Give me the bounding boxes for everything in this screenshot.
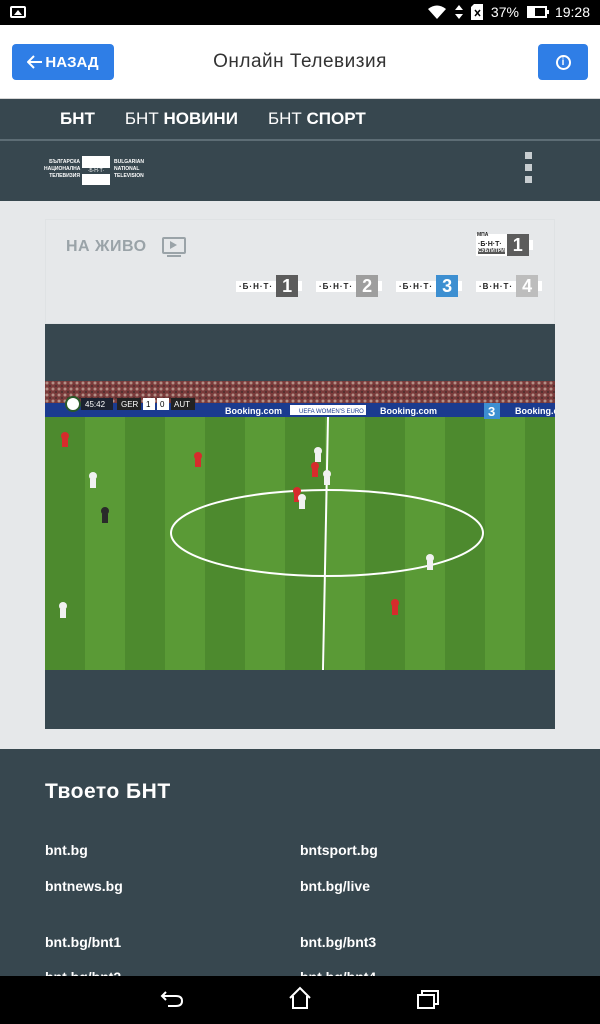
info-icon: i: [555, 54, 571, 70]
channel-bnt2[interactable]: ·Б·Н·Т· 2: [316, 275, 383, 297]
status-bar: 37% 19:28: [0, 0, 600, 25]
logo-bar: [538, 281, 543, 291]
tab-prefix: БНТ: [124, 109, 164, 128]
clock: 19:28: [554, 4, 590, 20]
channel-bnt1-subtitles[interactable]: МПА ·Б·Н·Т· СУБТИТРИ 1: [476, 232, 533, 256]
logo-line: ТЕЛЕВИЗИЯ: [49, 173, 80, 179]
channel-bnt4[interactable]: ·В·Н·Т· 4: [476, 275, 543, 297]
app-bar: НАЗАД Онлайн Телевизия i: [0, 25, 600, 99]
channel-number: 2: [356, 275, 379, 297]
link-bntnews[interactable]: bntnews.bg: [45, 878, 123, 894]
bnt-header: БЪЛГАРСКА НАЦИОНАЛНА ТЕЛЕВИЗИЯ ·Б·Н·Т· B…: [0, 141, 600, 201]
channel-name: ·В·Н·Т·: [476, 280, 517, 292]
link-bnt3[interactable]: bnt.bg/bnt3: [300, 934, 376, 950]
tab-bnt[interactable]: БНТ: [60, 109, 95, 129]
bnt-logo[interactable]: ·Б·Н·Т·: [82, 156, 110, 185]
live-label: НА ЖИВО: [66, 238, 147, 255]
tab-bnt-sport[interactable]: БНТ СПОРТ: [268, 109, 366, 129]
sub-logo: МПА ·Б·Н·Т· СУБТИТРИ: [476, 232, 507, 256]
ad-board: UEFA WOMEN'S EURO: [299, 409, 364, 415]
sub-caption: СУБТИТРИ: [478, 248, 505, 254]
tv-play-icon[interactable]: [162, 237, 186, 257]
home-team: GER: [121, 400, 139, 409]
battery-percent: 37%: [490, 4, 519, 20]
ad-board: Booking.com: [225, 406, 282, 416]
channel-bug: 3: [488, 404, 495, 419]
tab-bnt-novini[interactable]: БНТ НОВИНИ: [125, 109, 238, 129]
link-bnt1[interactable]: bnt.bg/bnt1: [45, 934, 121, 950]
tab-bnt-prefix: БНТ: [60, 109, 95, 128]
logo-line: БЪЛГАРСКА: [49, 159, 80, 165]
menu-kebab-icon[interactable]: [525, 152, 533, 188]
tab-suffix: СПОРТ: [306, 109, 366, 128]
logo-text-bg: БЪЛГАРСКА НАЦИОНАЛНА ТЕЛЕВИЗИЯ: [44, 159, 80, 180]
home-score: 1: [146, 400, 151, 409]
channel-bnt1[interactable]: ·Б·Н·Т· 1: [236, 275, 303, 297]
footer-title: Твоето БНТ: [45, 780, 171, 803]
footer-section: Твоето БНТ bnt.bg bntsport.bg bntnews.bg…: [0, 749, 600, 985]
logo-line: NATIONAL: [114, 166, 140, 172]
channel-name: ·Б·Н·Т·: [316, 280, 357, 292]
no-sim-icon: [470, 4, 483, 20]
logo-bar: [298, 281, 303, 291]
channel-number: 4: [516, 275, 539, 297]
status-icons: 37% 19:28: [427, 4, 590, 20]
live-header: НА ЖИВО МПА ·Б·Н·Т· СУБТИТРИ 1 ·Б·Н·Т· 1…: [45, 219, 555, 324]
link-bnt[interactable]: bnt.bg: [45, 842, 88, 858]
channel-name: ·Б·Н·Т·: [396, 280, 437, 292]
channel-number: 3: [436, 275, 459, 297]
logo-mark: ·Б·Н·Т·: [82, 168, 110, 174]
live-card: НА ЖИВО МПА ·Б·Н·Т· СУБТИТРИ 1 ·Б·Н·Т· 1…: [45, 219, 555, 729]
logo-bar: [378, 281, 383, 291]
tab-prefix: БНТ: [267, 109, 307, 128]
home-icon[interactable]: [288, 986, 312, 1010]
back-icon[interactable]: [160, 988, 184, 1008]
channel-name: ·Б·Н·Т·: [236, 280, 277, 292]
ad-board: Booking.com: [515, 406, 555, 416]
logo-line: TELEVISION: [114, 173, 144, 179]
away-team: AUT: [174, 400, 190, 409]
sub-name: ·Б·Н·Т·: [478, 241, 502, 248]
channel-number: 1: [506, 234, 529, 256]
system-nav-bar: [0, 976, 600, 1024]
link-bnt-live[interactable]: bnt.bg/live: [300, 878, 370, 894]
logo-bar: [458, 281, 463, 291]
gallery-icon: [10, 6, 26, 18]
video-player[interactable]: Booking.com UEFA WOMEN'S EURO Booking.co…: [45, 381, 555, 670]
page-title: Онлайн Телевизия: [213, 51, 387, 72]
logo-line: BULGARIAN: [114, 159, 144, 165]
info-button[interactable]: i: [538, 44, 588, 80]
football-broadcast: Booking.com UEFA WOMEN'S EURO Booking.co…: [45, 381, 555, 670]
logo-line: НАЦИОНАЛНА: [44, 166, 81, 172]
logo-text-en: BULGARIAN NATIONAL TELEVISION: [114, 159, 144, 180]
logo-bar: [528, 240, 533, 250]
channel-bnt3[interactable]: ·Б·Н·Т· 3: [396, 275, 463, 297]
tab-suffix: НОВИНИ: [163, 109, 238, 128]
channel-number: 1: [276, 275, 299, 297]
channel-nav: БНТ БНТ НОВИНИ БНТ СПОРТ: [0, 99, 600, 141]
battery-icon: [526, 6, 549, 18]
wifi-icon: [427, 5, 446, 19]
ad-board: Booking.com: [380, 406, 437, 416]
data-arrows-icon: [454, 5, 463, 19]
sub-top: МПА: [477, 232, 489, 238]
match-clock: 45:42: [85, 400, 106, 409]
away-score: 0: [160, 400, 165, 409]
recent-apps-icon[interactable]: [416, 989, 440, 1009]
link-bntsport[interactable]: bntsport.bg: [300, 842, 378, 858]
